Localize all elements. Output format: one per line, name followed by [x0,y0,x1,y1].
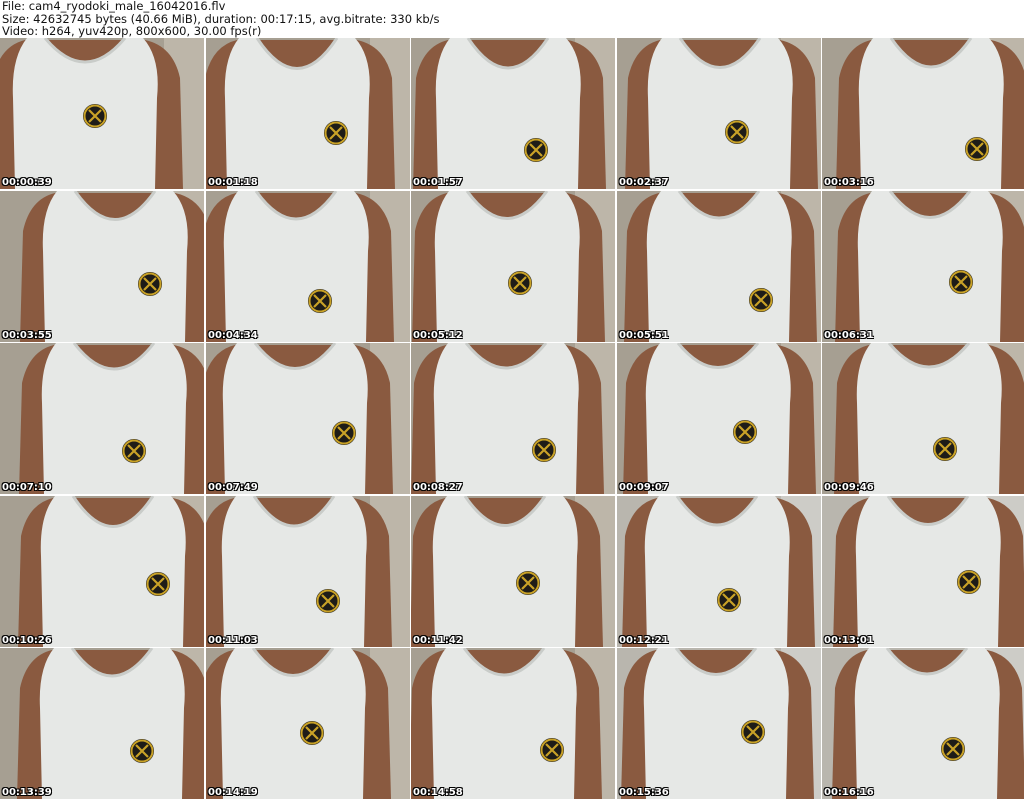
frame-image [411,191,615,342]
frame-image [206,496,410,647]
video-thumbnail: 00:08:27 [411,343,615,494]
frame-image [0,648,204,799]
frame-image [411,496,615,647]
thumbnail-timestamp: 00:16:16 [824,787,874,798]
thumbnail-timestamp: 00:10:26 [2,635,52,646]
thumbnail-timestamp: 00:00:39 [2,177,52,188]
video-thumbnail: 00:09:07 [617,343,821,494]
video-thumbnail: 00:13:39 [0,648,204,799]
video-thumbnail: 00:15:36 [617,648,821,799]
video-thumbnail: 00:06:31 [822,191,1024,342]
thumbnail-timestamp: 00:11:03 [208,635,258,646]
thumbnail-timestamp: 00:04:34 [208,330,258,341]
video-thumbnail: 00:05:51 [617,191,821,342]
frame-image [822,191,1024,342]
thumbnail-timestamp: 00:03:16 [824,177,874,188]
thumbnail-timestamp: 00:02:37 [619,177,669,188]
thumbnail-timestamp: 00:01:57 [413,177,463,188]
video-thumbnail: 00:12:21 [617,496,821,647]
thumbnail-timestamp: 00:14:19 [208,787,258,798]
video-thumbnail: 00:00:39 [0,38,204,189]
frame-image [617,191,821,342]
video-thumbnail: 00:09:46 [822,343,1024,494]
thumbnail-timestamp: 00:11:42 [413,635,463,646]
frame-image [822,343,1024,494]
thumbnail-timestamp: 00:13:39 [2,787,52,798]
thumbnail-timestamp: 00:05:51 [619,330,669,341]
video-thumbnail: 00:07:10 [0,343,204,494]
frame-image [411,648,615,799]
frame-image [206,38,410,189]
frame-image [411,38,615,189]
thumbnail-timestamp: 00:07:49 [208,482,258,493]
video-thumbnail: 00:03:16 [822,38,1024,189]
video-thumbnail: 00:11:03 [206,496,410,647]
frame-image [0,496,204,647]
thumbnail-grid: 00:00:39 00:01:18 00:01:57 00:02:37 00:0… [0,38,1024,799]
video-thumbnail: 00:13:01 [822,496,1024,647]
frame-image [206,191,410,342]
thumbnail-timestamp: 00:03:55 [2,330,52,341]
thumbnail-timestamp: 00:13:01 [824,635,874,646]
thumbnail-timestamp: 00:15:36 [619,787,669,798]
frame-image [617,38,821,189]
frame-image [206,343,410,494]
frame-image [0,191,204,342]
video-thumbnail: 00:07:49 [206,343,410,494]
frame-image [822,496,1024,647]
video-thumbnail: 00:14:19 [206,648,410,799]
frame-image [206,648,410,799]
video-thumbnail: 00:05:12 [411,191,615,342]
file-name-line: File: cam4_ryodoki_male_16042016.flv [2,0,226,13]
frame-image [617,496,821,647]
video-thumbnail: 00:01:18 [206,38,410,189]
video-thumbnail: 00:16:16 [822,648,1024,799]
video-thumbnail: 00:04:34 [206,191,410,342]
video-thumbnail: 00:11:42 [411,496,615,647]
video-info-line: Video: h264, yuv420p, 800x600, 30.00 fps… [2,24,262,38]
frame-image [617,343,821,494]
frame-image [0,38,204,189]
video-thumbnail: 00:01:57 [411,38,615,189]
thumbnail-timestamp: 00:09:07 [619,482,669,493]
thumbnail-timestamp: 00:09:46 [824,482,874,493]
video-thumbnail: 00:10:26 [0,496,204,647]
thumbnail-timestamp: 00:14:58 [413,787,463,798]
thumbnail-timestamp: 00:05:12 [413,330,463,341]
video-thumbnail: 00:14:58 [411,648,615,799]
frame-image [822,38,1024,189]
thumbnail-timestamp: 00:08:27 [413,482,463,493]
file-info-header: File: cam4_ryodoki_male_16042016.flv Siz… [2,0,1022,38]
frame-image [617,648,821,799]
frame-image [822,648,1024,799]
video-thumbnail: 00:02:37 [617,38,821,189]
frame-image [411,343,615,494]
thumbnail-timestamp: 00:12:21 [619,635,669,646]
thumbnail-timestamp: 00:06:31 [824,330,874,341]
frame-image [0,343,204,494]
thumbnail-timestamp: 00:01:18 [208,177,258,188]
video-thumbnail: 00:03:55 [0,191,204,342]
thumbnail-timestamp: 00:07:10 [2,482,52,493]
